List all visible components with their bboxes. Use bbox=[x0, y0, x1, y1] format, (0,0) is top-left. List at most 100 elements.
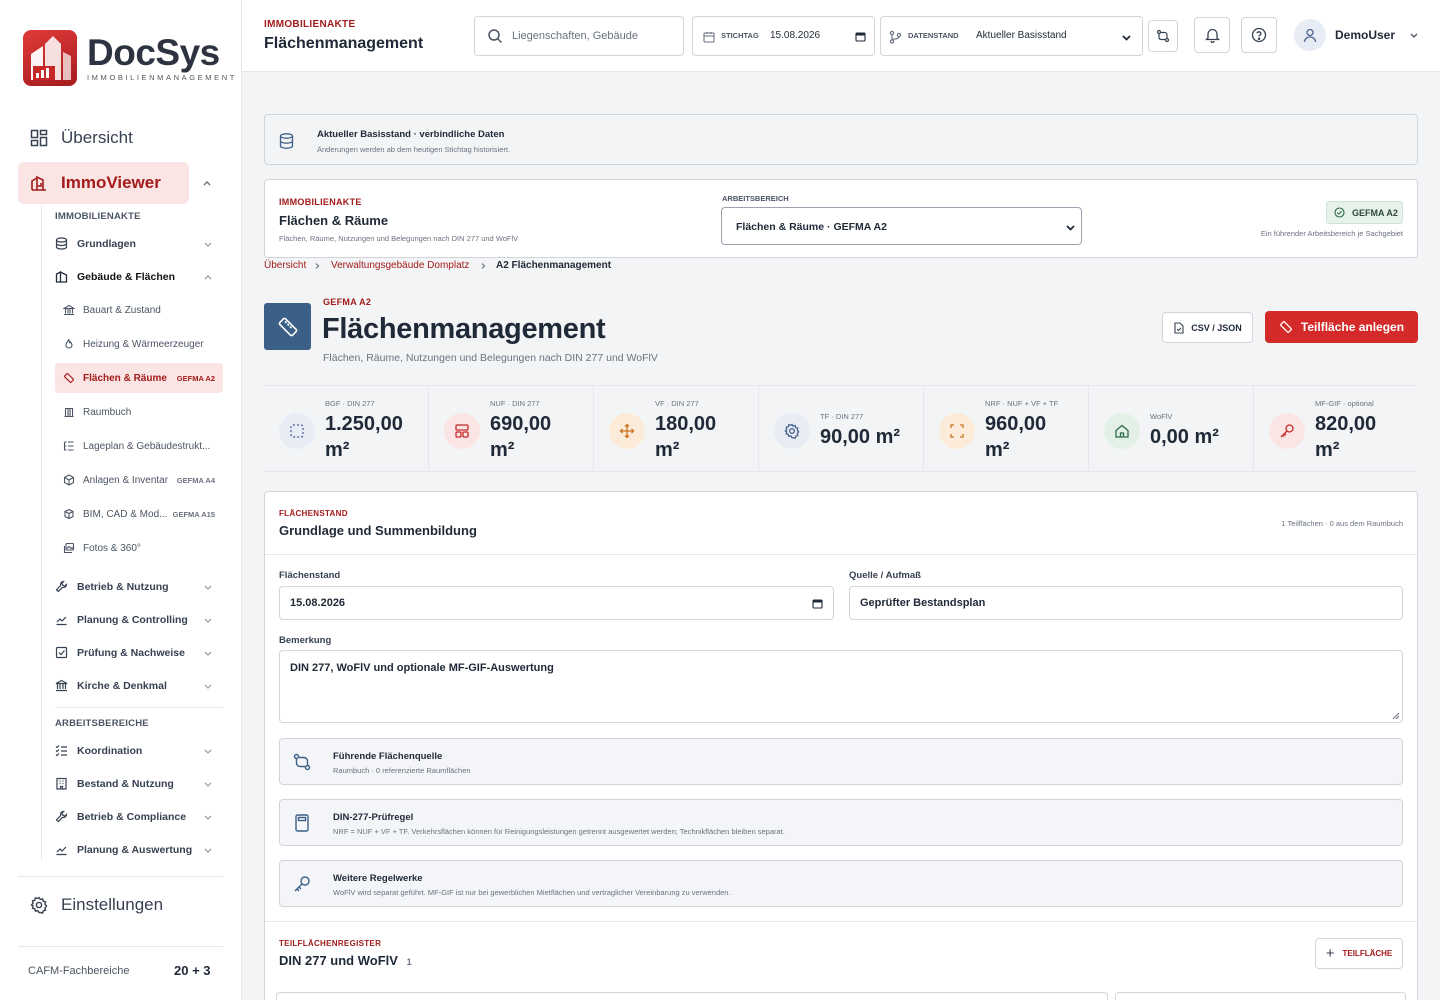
flaechenstand-date-input[interactable]: 15.08.2026 bbox=[279, 586, 834, 620]
gefma-badge: GEFMA A4 bbox=[176, 476, 215, 485]
building-chart-icon bbox=[31, 175, 46, 191]
docsys-logo[interactable]: DocSys IMMOBILIENMANAGEMENT bbox=[23, 30, 237, 86]
topbar-title: Flächenmanagement bbox=[264, 35, 424, 52]
sidebar-item-grundlagen-label: Grundlagen bbox=[77, 237, 136, 250]
card-divider bbox=[265, 921, 1417, 922]
key-icon bbox=[294, 876, 310, 892]
resize-handle-icon[interactable] bbox=[1392, 712, 1400, 720]
stat-vf: VF · DIN 277 180,00 m² bbox=[594, 386, 759, 471]
stat-tf: TF · DIN 277 90,00 m² bbox=[759, 386, 924, 471]
plus-icon: + bbox=[1325, 944, 1335, 962]
chevron-down-icon[interactable] bbox=[203, 812, 213, 822]
nav-overview[interactable]: Übersicht bbox=[30, 128, 133, 148]
stats-row: BGF · DIN 277 1.250,00 m² NUF · DIN 277 … bbox=[264, 385, 1418, 472]
chevron-down-icon[interactable] bbox=[203, 779, 213, 789]
section-immobilienakte: IMMOBILIENAKTE bbox=[55, 211, 141, 222]
sidebar-sub-label: Anlagen & Inventar bbox=[83, 474, 169, 486]
banner-subtitle: Änderungen werden ab dem heutigen Sticht… bbox=[317, 145, 511, 154]
help-button[interactable] bbox=[1241, 17, 1277, 53]
sidebar-group-betrieb[interactable]: Betrieb & Nutzung bbox=[55, 580, 169, 593]
database-icon bbox=[279, 133, 294, 149]
bemerkung-textarea[interactable]: DIN 277, WoFlV und optionale MF-GIF-Ausw… bbox=[279, 650, 1403, 723]
sidebar-sub-item[interactable]: Bauart & Zustand bbox=[63, 304, 161, 316]
sidebar-work-compliance[interactable]: Betrieb & Compliance bbox=[55, 810, 186, 823]
sidebar-sub-item[interactable]: Anlagen & Inventar bbox=[63, 474, 168, 486]
stat-unit: m² bbox=[325, 439, 350, 461]
search-input[interactable]: Liegenschaften, Gebäude bbox=[474, 16, 684, 56]
database-icon bbox=[55, 237, 68, 250]
register-count: 1 bbox=[406, 957, 412, 967]
akte-subtitle: Flächen, Räume, Nutzungen und Belegungen… bbox=[279, 234, 519, 243]
quelle-label: Quelle / Aufmaß bbox=[849, 570, 921, 581]
list-tree-icon bbox=[63, 441, 74, 451]
register-select[interactable] bbox=[1115, 992, 1406, 1000]
sidebar-work-label: Bestand & Nutzung bbox=[77, 777, 174, 790]
chevron-down-icon[interactable] bbox=[203, 615, 213, 625]
chevron-down-icon[interactable] bbox=[203, 845, 213, 855]
info-pruefregel: DIN-277-Prüfregel NRF = NUF + VF + TF. V… bbox=[279, 799, 1403, 846]
chart-line-icon bbox=[56, 616, 67, 626]
breadcrumb-link[interactable]: Übersicht bbox=[264, 260, 306, 271]
calendar-picker-icon[interactable] bbox=[855, 31, 866, 42]
sidebar-sub-item[interactable]: Fotos & 360° bbox=[63, 542, 141, 554]
nav-settings[interactable]: Einstellungen bbox=[30, 895, 163, 915]
dashboard-grid-icon bbox=[30, 129, 48, 147]
flaechenstand-title: Grundlage und Summenbildung bbox=[279, 523, 477, 538]
quelle-input[interactable]: Geprüfter Bestandsplan bbox=[849, 586, 1403, 620]
sidebar-sub-item[interactable]: Raumbuch bbox=[63, 406, 131, 418]
create-teilflaeche-button[interactable]: Teilfläche anlegen bbox=[1265, 311, 1418, 343]
git-compare-icon bbox=[293, 753, 311, 771]
check-circle-icon bbox=[1334, 207, 1345, 218]
section-arbeitsbereiche: ARBEITSBEREICHE bbox=[55, 718, 149, 729]
add-teilflaeche-button[interactable]: + TEILFLÄCHE bbox=[1315, 938, 1403, 969]
sidebar-divider bbox=[18, 946, 223, 947]
sidebar-group-pruefung[interactable]: Prüfung & Nachweise bbox=[55, 646, 185, 659]
chevron-up-icon[interactable] bbox=[202, 178, 212, 188]
nav-immoviewer[interactable]: ImmoViewer bbox=[18, 162, 189, 204]
stat-bgf: BGF · DIN 277 1.250,00 m² bbox=[264, 386, 429, 471]
export-button-label: CSV / JSON bbox=[1191, 322, 1242, 333]
sidebar-work-koordination[interactable]: Koordination bbox=[55, 744, 142, 757]
compare-button[interactable] bbox=[1148, 20, 1178, 52]
chevron-down-icon bbox=[1122, 35, 1131, 41]
sidebar-work-label: Betrieb & Compliance bbox=[77, 810, 187, 823]
arbeitsbereich-value: Flächen & Räume · GEFMA A2 bbox=[736, 221, 887, 233]
sidebar-item-grundlagen[interactable]: Grundlagen bbox=[55, 237, 136, 250]
add-teilflaeche-label: TEILFLÄCHE bbox=[1342, 949, 1393, 958]
chevron-down-icon[interactable] bbox=[203, 648, 213, 658]
calendar-picker-icon[interactable] bbox=[812, 598, 823, 609]
stichtag-date-input[interactable]: STICHTAG 15.08.2026 bbox=[692, 16, 875, 56]
sidebar-work-planung[interactable]: Planung & Auswertung bbox=[55, 843, 192, 856]
sidebar-group-kirche[interactable]: Kirche & Denkmal bbox=[55, 679, 167, 692]
user-menu[interactable]: DemoUser bbox=[1294, 19, 1419, 51]
sidebar-sub-item[interactable]: BIM, CAD & Mod... bbox=[63, 508, 167, 520]
sidebar-sub-item[interactable]: Flächen & Räume bbox=[63, 372, 167, 384]
chevron-down-icon[interactable] bbox=[203, 582, 213, 592]
sidebar-work-bestand[interactable]: Bestand & Nutzung bbox=[55, 777, 174, 790]
chevron-down-icon[interactable] bbox=[203, 681, 213, 691]
ruler-icon bbox=[278, 317, 297, 336]
export-button[interactable]: CSV / JSON bbox=[1162, 312, 1253, 343]
arbeitsbereich-select[interactable]: Flächen & Räume · GEFMA A2 bbox=[721, 207, 1082, 245]
dashed-square-icon bbox=[279, 413, 315, 449]
register-input[interactable] bbox=[276, 992, 1108, 1000]
chevron-up-icon[interactable] bbox=[203, 272, 213, 282]
chevron-down-icon[interactable] bbox=[203, 746, 213, 756]
page-icon-tile bbox=[264, 303, 311, 350]
notifications-button[interactable] bbox=[1194, 17, 1230, 53]
stat-value: 0,00 m² bbox=[1150, 426, 1219, 448]
akte-kicker: IMMOBILIENAKTE bbox=[279, 197, 362, 207]
sidebar-sub-item[interactable]: Lageplan & Gebäudestrukt... bbox=[63, 440, 210, 452]
sidebar-sub-item[interactable]: Heizung & Wärmeerzeuger bbox=[63, 338, 204, 350]
page-title: Flächenmanagement bbox=[322, 313, 606, 345]
card-divider bbox=[265, 554, 1417, 555]
sidebar-group-planung[interactable]: Planung & Controlling bbox=[55, 613, 188, 626]
box-icon bbox=[64, 508, 74, 520]
chevron-down-icon[interactable] bbox=[203, 239, 213, 249]
datenstand-select[interactable]: DATENSTAND Aktueller Basisstand bbox=[880, 16, 1143, 56]
breadcrumb-current: A2 Flächenmanagement bbox=[496, 260, 612, 271]
breadcrumb-link[interactable]: Verwaltungsgebäude Domplatz bbox=[331, 260, 469, 271]
info-fuehrende-quelle: Führende Flächenquelle Raumbuch · 0 refe… bbox=[279, 738, 1403, 785]
sidebar-item-gebaeude[interactable]: Gebäude & Flächen bbox=[55, 270, 175, 283]
bank-icon bbox=[63, 304, 75, 316]
